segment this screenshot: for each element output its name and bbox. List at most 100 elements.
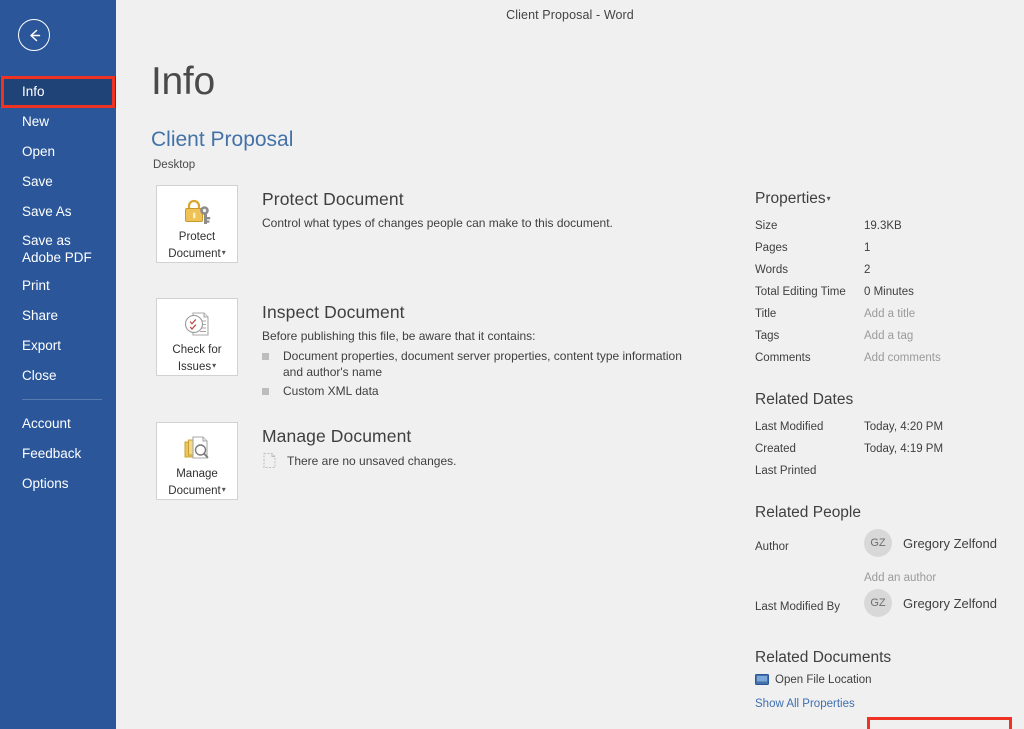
sidebar-divider [22, 399, 102, 400]
square-bullet-icon [262, 353, 269, 360]
sidebar-item-label: Account [22, 416, 71, 431]
protect-button-caption: Protect Document▾ [165, 230, 228, 262]
date-row-created: Created Today, 4:19 PM [755, 438, 1024, 460]
date-label: Last Printed [755, 460, 864, 482]
property-row-title[interactable]: Title Add a title [755, 303, 1024, 325]
spacer [755, 482, 1024, 504]
list-item-label: Custom XML data [283, 383, 379, 399]
open-file-location-link[interactable]: Open File Location [755, 674, 1024, 686]
property-row-total-editing-time: Total Editing Time 0 Minutes [755, 281, 1024, 303]
property-row-tags[interactable]: Tags Add a tag [755, 325, 1024, 347]
date-label: Last Modified [755, 416, 864, 438]
avatar: GZ [864, 589, 892, 617]
manage-document-title: Manage Document [262, 426, 456, 447]
add-author-input[interactable]: Add an author [864, 567, 1024, 589]
back-button[interactable] [18, 19, 50, 51]
sidebar-item-save-as[interactable]: Save As [0, 197, 116, 227]
sidebar-item-print[interactable]: Print [0, 271, 116, 301]
inspect-document-description: Before publishing this file, be aware th… [262, 328, 692, 345]
back-arrow-icon [26, 27, 43, 44]
property-row-comments[interactable]: Comments Add comments [755, 347, 1024, 369]
sidebar-item-open[interactable]: Open [0, 137, 116, 167]
chevron-down-icon: ▾ [212, 361, 216, 370]
last-modified-by-chip[interactable]: GZ Gregory Zelfond [864, 589, 997, 617]
sidebar-item-label: New [22, 114, 49, 129]
document-name: Client Proposal [151, 128, 293, 152]
protect-document-title: Protect Document [262, 189, 613, 210]
backstage-main: Info Client Proposal Desktop [116, 30, 1024, 729]
lock-key-icon [180, 195, 214, 227]
sidebar-item-options[interactable]: Options [0, 469, 116, 499]
sidebar-item-account[interactable]: Account [0, 409, 116, 439]
author-name: Gregory Zelfond [903, 536, 997, 551]
date-row-last-modified: Last Modified Today, 4:20 PM [755, 416, 1024, 438]
document-versions-icon [180, 432, 214, 464]
manage-document-status-row: There are no unsaved changes. [262, 452, 456, 469]
page-title: Info [151, 60, 215, 104]
comments-input[interactable]: Add comments [864, 347, 941, 369]
chevron-down-icon: ▾ [827, 194, 831, 203]
property-row-pages: Pages 1 [755, 237, 1024, 259]
sidebar-divider-wrap [0, 391, 116, 409]
show-all-properties-link[interactable]: Show All Properties [755, 698, 855, 710]
check-for-issues-button[interactable]: Check for Issues▾ [156, 298, 238, 376]
property-label: Total Editing Time [755, 281, 864, 303]
list-item: Custom XML data [262, 383, 692, 399]
window-title: Client Proposal - Word [506, 8, 634, 22]
author-row: Author GZ Gregory Zelfond [755, 529, 1024, 567]
properties-heading[interactable]: Properties▾ [755, 190, 1024, 208]
property-label: Size [755, 215, 864, 237]
property-value: 19.3KB [864, 215, 902, 237]
date-row-last-printed: Last Printed [755, 460, 1024, 482]
sidebar-item-feedback[interactable]: Feedback [0, 439, 116, 469]
list-item-label: Document properties, document server pro… [283, 348, 692, 380]
inspect-issues-list: Document properties, document server pro… [262, 348, 692, 399]
protect-document-button[interactable]: Protect Document▾ [156, 185, 238, 263]
sidebar-item-new[interactable]: New [0, 107, 116, 137]
sidebar-item-label: Print [22, 278, 50, 293]
list-item: Document properties, document server pro… [262, 348, 692, 380]
sidebar-item-label: Save As [22, 204, 72, 219]
sidebar-item-save[interactable]: Save [0, 167, 116, 197]
manage-document-status: There are no unsaved changes. [287, 454, 456, 468]
title-bar: Client Proposal - Word [116, 0, 1024, 30]
protect-document-description: Control what types of changes people can… [262, 215, 613, 232]
sidebar-item-share[interactable]: Share [0, 301, 116, 331]
check-issues-line1: Check for [172, 344, 221, 356]
properties-panel: Properties▾ Size 19.3KB Pages 1 Words 2 … [755, 190, 1024, 712]
last-modified-by-row: Last Modified By GZ Gregory Zelfond [755, 589, 1024, 627]
sidebar-item-close[interactable]: Close [0, 361, 116, 391]
author-chip[interactable]: GZ Gregory Zelfond [864, 529, 997, 557]
last-modified-by-name: Gregory Zelfond [903, 596, 997, 611]
sidebar-item-info[interactable]: Info [0, 77, 116, 107]
sidebar-item-label: Feedback [22, 446, 81, 461]
sidebar-item-save-as-adobe-pdf[interactable]: Save as Adobe PDF [0, 227, 116, 271]
manage-button-line2: Document [168, 485, 220, 497]
tags-input[interactable]: Add a tag [864, 325, 913, 347]
property-value: 0 Minutes [864, 281, 914, 303]
property-label: Pages [755, 237, 864, 259]
avatar: GZ [864, 529, 892, 557]
manage-button-line1: Manage [176, 468, 218, 480]
property-label: Tags [755, 325, 864, 347]
show-all-properties-highlight-annotation [867, 717, 1012, 729]
sidebar-item-label: Export [22, 338, 61, 353]
sidebar-item-label: Save [22, 174, 53, 189]
sidebar-item-label: Open [22, 144, 55, 159]
last-modified-by-label: Last Modified By [755, 589, 864, 625]
property-row-size: Size 19.3KB [755, 215, 1024, 237]
inspect-document-title: Inspect Document [262, 302, 692, 323]
spacer [755, 369, 1024, 391]
inspect-document-block: Check for Issues▾ Inspect Document Befor… [156, 298, 692, 399]
manage-document-button[interactable]: Manage Document▾ [156, 422, 238, 500]
manage-document-block: Manage Document▾ Manage Document There a… [156, 422, 456, 500]
property-label: Words [755, 259, 864, 281]
related-documents-heading: Related Documents [755, 649, 1024, 667]
sidebar-item-export[interactable]: Export [0, 331, 116, 361]
title-input[interactable]: Add a title [864, 303, 915, 325]
chevron-down-icon: ▾ [222, 485, 226, 494]
property-value: 2 [864, 259, 870, 281]
document-path: Desktop [153, 159, 195, 171]
sidebar-item-label: Options [22, 476, 69, 491]
properties-heading-label: Properties [755, 190, 826, 207]
